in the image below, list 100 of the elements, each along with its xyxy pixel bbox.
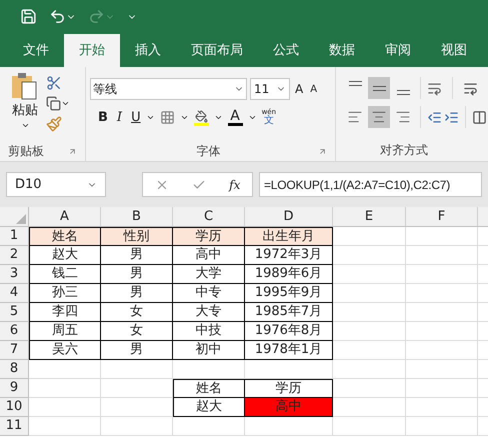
save-icon[interactable] — [20, 8, 37, 25]
wrap-text-icon[interactable] — [463, 80, 478, 96]
column-header[interactable]: D — [245, 207, 333, 226]
borders-icon[interactable] — [160, 110, 175, 126]
empty-cell — [101, 398, 173, 417]
bold-button[interactable]: B — [98, 108, 108, 128]
row-header[interactable]: 2 — [0, 246, 29, 265]
name-box[interactable]: D10 — [6, 172, 106, 197]
horizontal-align-icon — [347, 109, 363, 125]
group-label: 剪贴板 — [8, 143, 44, 160]
ribbon-tab[interactable]: 审阅 — [370, 34, 426, 67]
table-cell: 1989年6月 — [245, 265, 333, 284]
table-cell: 姓名 — [29, 227, 101, 246]
increase-indent-icon[interactable] — [444, 110, 459, 124]
format-painter-icon[interactable] — [46, 116, 62, 132]
vertical-align-button[interactable] — [368, 77, 390, 99]
table-cell: 1978年1月 — [245, 341, 333, 360]
table-cell: 1985年7月 — [245, 303, 333, 322]
table-cell: 女 — [101, 303, 173, 322]
horizontal-align-button[interactable] — [368, 106, 390, 128]
vertical-align-icon — [396, 90, 410, 95]
table-cell: 男 — [101, 265, 173, 284]
ribbon-tab[interactable]: 页面布局 — [176, 34, 258, 67]
column-header[interactable]: C — [173, 207, 245, 226]
caret-icon[interactable] — [61, 99, 70, 108]
table-cell: 学历 — [245, 379, 333, 398]
row-header[interactable]: 11 — [0, 417, 29, 436]
table-cell: 男 — [101, 246, 173, 265]
empty-cell — [173, 360, 245, 379]
column-header[interactable]: B — [101, 207, 173, 226]
dialog-launcher-icon[interactable] — [68, 146, 77, 156]
table-cell: 吴六 — [29, 341, 101, 360]
corner-triangle-icon — [16, 214, 26, 224]
group-label: 对齐方式 — [380, 142, 428, 159]
table-cell: 中专 — [173, 284, 245, 303]
table-cell: 1995年9月 — [245, 284, 333, 303]
table-cell: 孙三 — [29, 284, 101, 303]
grow-font-button[interactable]: A — [293, 80, 306, 98]
scissors-icon[interactable] — [46, 75, 62, 91]
shrink-font-button[interactable]: A — [308, 82, 320, 96]
fill-color-icon[interactable] — [194, 110, 209, 126]
table-cell: 中技 — [173, 322, 245, 341]
empty-cell — [101, 379, 173, 398]
ribbon-tab[interactable]: 视图 — [426, 34, 482, 67]
row-header[interactable]: 9 — [0, 379, 29, 398]
paste-button[interactable]: 粘贴 — [8, 71, 42, 141]
insert-function-button[interactable]: fx — [229, 176, 240, 194]
table-cell: 1972年3月 — [245, 246, 333, 265]
undo-icon[interactable] — [49, 8, 66, 25]
table-cell: 高中 — [173, 246, 245, 265]
ribbon-tab[interactable]: 数据 — [314, 34, 370, 67]
table-cell: 高中 — [245, 398, 333, 417]
column-header[interactable]: E — [333, 207, 406, 226]
table-cell: 赵大 — [29, 246, 101, 265]
table-cell: 初中 — [173, 341, 245, 360]
table-cell: 李四 — [29, 303, 101, 322]
row-header[interactable]: 7 — [0, 341, 29, 360]
merge-icon[interactable] — [472, 110, 487, 124]
formula-field[interactable]: =LOOKUP(1,1/(A2:A7=C10),C2:C7) — [259, 172, 482, 197]
dialog-launcher-icon[interactable] — [318, 146, 327, 156]
table-cell: 姓名 — [173, 379, 245, 398]
table-cell: 钱二 — [29, 265, 101, 284]
decrease-indent-icon[interactable] — [427, 110, 442, 124]
horizontal-align-icon — [371, 109, 387, 125]
group-label: 字体 — [196, 143, 220, 160]
row-header[interactable]: 4 — [0, 284, 29, 303]
table-cell: 男 — [101, 341, 173, 360]
table-cell: 大专 — [173, 303, 245, 322]
row-header[interactable]: 8 — [0, 360, 29, 379]
horizontal-align-icon — [395, 109, 411, 125]
table-cell: 女 — [101, 322, 173, 341]
empty-cell — [173, 417, 245, 436]
empty-cell — [101, 360, 173, 379]
column-header[interactable]: F — [406, 207, 478, 226]
ribbon-tab[interactable]: 开始 — [64, 34, 120, 67]
italic-button[interactable]: I — [112, 108, 126, 128]
empty-cell — [101, 417, 173, 436]
font-color-button[interactable]: A — [228, 109, 243, 126]
font-size-field[interactable]: 11 — [250, 78, 290, 100]
table-cell: 大学 — [173, 265, 245, 284]
column-header[interactable]: A — [29, 207, 101, 226]
ribbon-tab[interactable]: 插入 — [120, 34, 176, 67]
table-cell: 学历 — [173, 227, 245, 246]
underline-button[interactable]: U — [131, 108, 141, 128]
row-header[interactable]: 5 — [0, 303, 29, 322]
vertical-align-icon — [372, 86, 386, 90]
redo-icon — [88, 8, 105, 25]
table-cell: 出生年月 — [245, 227, 333, 246]
ribbon-tab[interactable]: 公式 — [258, 34, 314, 67]
row-header[interactable]: 6 — [0, 322, 29, 341]
copy-icon[interactable] — [46, 96, 61, 111]
ribbon-tab[interactable]: 文件 — [8, 34, 64, 67]
row-header[interactable]: 1 — [0, 227, 29, 246]
vertical-align-icon — [348, 81, 362, 86]
table-cell: 男 — [101, 284, 173, 303]
row-header[interactable]: 10 — [0, 398, 29, 417]
row-header[interactable]: 3 — [0, 265, 29, 284]
table-cell: 性别 — [101, 227, 173, 246]
table-cell: 周五 — [29, 322, 101, 341]
font-name-field[interactable]: 等线 — [90, 78, 247, 100]
